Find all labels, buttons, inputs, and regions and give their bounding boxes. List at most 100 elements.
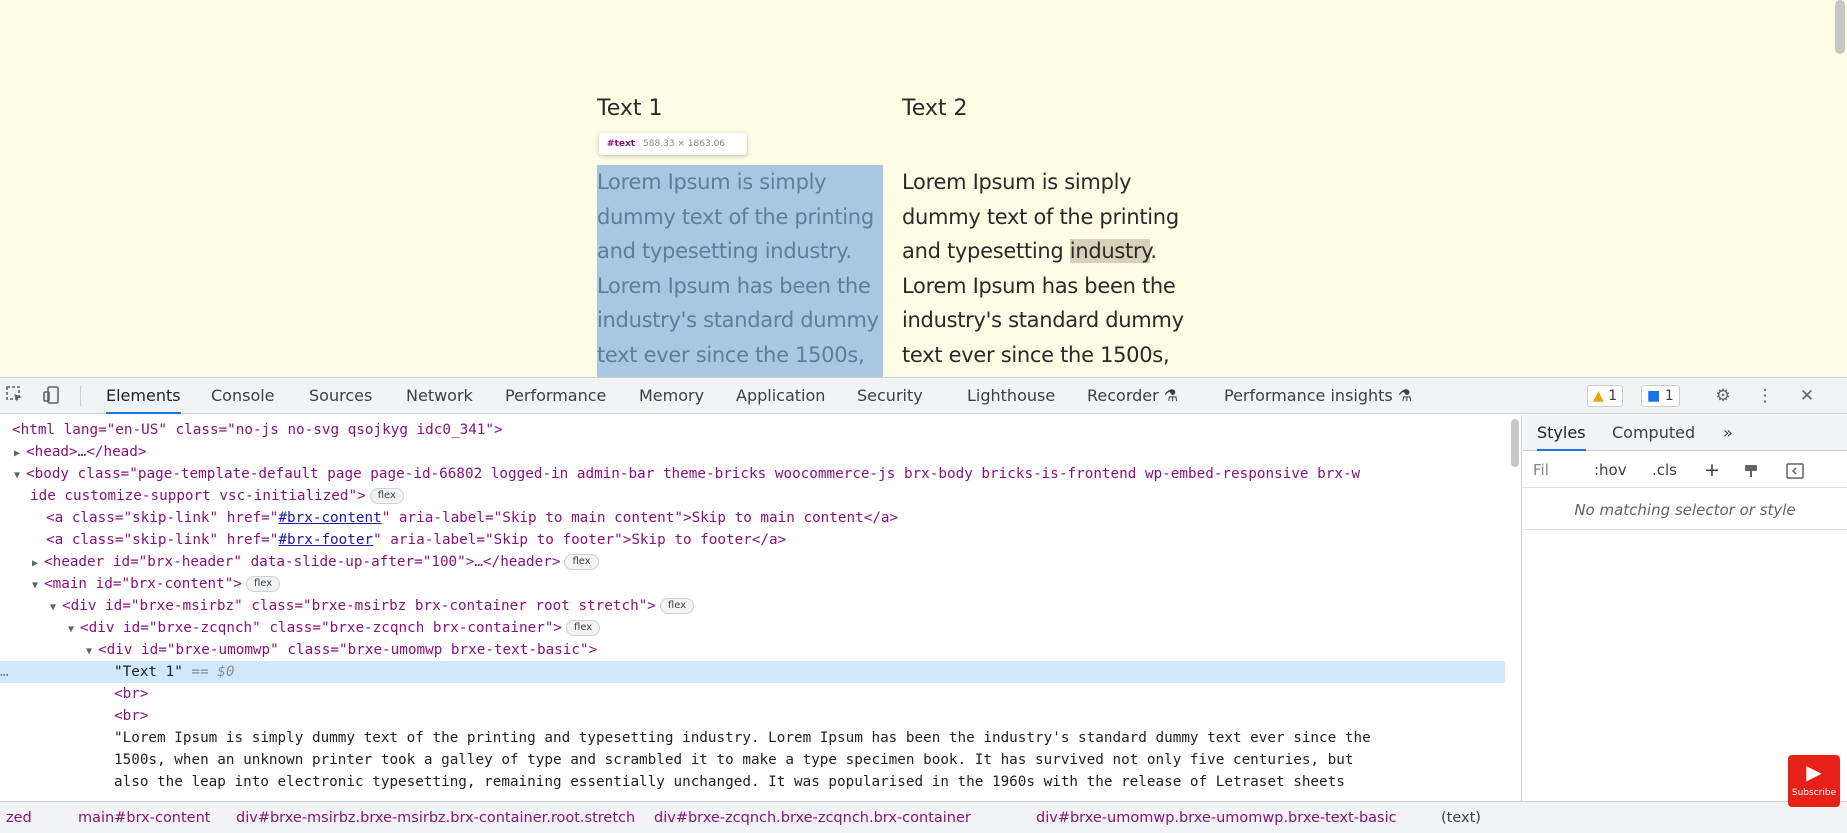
dom-node-text[interactable]: also the leap into electronic typesettin… <box>0 771 1505 793</box>
console-ref: == $0 <box>191 664 235 680</box>
dom-node-div[interactable]: ▼ <div id="brxe-umomwp" class="brxe-umomw… <box>0 639 1505 661</box>
styles-sidebar: Styles Computed » Fil :hov .cls + No mat… <box>1523 415 1847 801</box>
toolbar-divider <box>80 386 81 406</box>
dom-text-content: also the leap into electronic typesettin… <box>114 774 1345 790</box>
dom-tag-text: <div id="brxe-zcqnch" class="brxe-zcqnch… <box>80 620 563 636</box>
dom-link[interactable]: #brx-content <box>278 510 381 526</box>
close-icon[interactable]: ✕ <box>1796 385 1818 407</box>
text-line: dummy text of the printing <box>902 204 1179 229</box>
device-toolbar-icon[interactable] <box>41 385 63 407</box>
breadcrumb-item[interactable]: (text) <box>1441 802 1481 833</box>
elements-scrollbar[interactable] <box>1511 419 1519 467</box>
dom-node-div[interactable]: ▼ <div id="brxe-zcqnch" class="brxe-zcqnc… <box>0 617 1505 639</box>
devtools-tabbar: Elements Console Sources Network Perform… <box>0 378 1847 414</box>
dom-node-html[interactable]: <html lang="en-US" class="no-js no-svg q… <box>0 419 1505 441</box>
breadcrumb-item[interactable]: div#brxe-zcqnch.brxe-zcqnch.brx-containe… <box>654 802 971 833</box>
expand-triangle-icon[interactable]: ▶ <box>32 553 44 573</box>
tab-network[interactable]: Network <box>406 378 473 414</box>
breadcrumb-item[interactable]: zed <box>6 802 32 833</box>
page-viewport: Text 1 Lorem Ipsum is simply dummy text … <box>0 0 1847 377</box>
dom-node-body-cont[interactable]: ide customize-support vsc-initialized"> f… <box>0 485 1505 507</box>
flex-badge[interactable]: flex <box>245 576 281 592</box>
collapse-triangle-icon[interactable]: ▼ <box>50 597 62 617</box>
breadcrumb-item[interactable]: main#brx-content <box>78 802 210 833</box>
flex-badge[interactable]: flex <box>564 554 599 570</box>
tab-console[interactable]: Console <box>211 378 275 414</box>
tab-memory[interactable]: Memory <box>639 378 704 414</box>
kebab-menu-icon[interactable]: ⋮ <box>1754 385 1776 407</box>
text-line: Lorem Ipsum has been the <box>597 273 871 298</box>
toggle-sidebar-icon[interactable] <box>1786 452 1804 488</box>
collapse-triangle-icon[interactable]: ▼ <box>68 619 80 639</box>
page-scrollbar[interactable] <box>1835 0 1845 54</box>
expand-triangle-icon[interactable]: ▶ <box>14 443 26 463</box>
tab-performance[interactable]: Performance <box>505 378 606 414</box>
dom-link[interactable]: #brx-footer <box>278 532 373 548</box>
text-line: industry's standard dummy <box>597 308 879 332</box>
tab-elements[interactable]: Elements <box>106 378 181 414</box>
tab-security[interactable]: Security <box>857 378 923 414</box>
dom-tag-text: <br> <box>114 686 149 702</box>
tab-lighthouse[interactable]: Lighthouse <box>967 378 1055 414</box>
tab-sources[interactable]: Sources <box>309 378 372 414</box>
dom-tag-text: <a class="skip-link" href=" <box>46 510 279 526</box>
collapse-triangle-icon[interactable]: ▼ <box>32 575 44 595</box>
dom-tag-text: <body class="page-template-default page … <box>26 466 1361 482</box>
warnings-badge[interactable]: ▲ 1 <box>1587 385 1624 407</box>
no-matching-style-message: No matching selector or style <box>1523 490 1847 530</box>
play-icon: ▶ <box>1806 760 1822 784</box>
breadcrumb-item[interactable]: div#brxe-umomwp.brxe-umomwp.brxe-text-ba… <box>1036 802 1397 833</box>
subscribe-button[interactable]: ▶ Subscribe <box>1788 755 1840 807</box>
text-line: text ever since the 1500s, <box>902 342 1170 367</box>
messages-count: 1 <box>1664 388 1674 404</box>
dom-node-body[interactable]: ▼ <body class="page-template-default page… <box>0 463 1505 485</box>
dom-tag-text: " aria-label="Skip to main content">Skip… <box>381 510 899 526</box>
dom-node-br[interactable]: <br> <box>0 683 1505 705</box>
inspect-tooltip: #text 588.33 × 1863.06 <box>599 133 747 155</box>
gear-icon[interactable]: ⚙ <box>1712 385 1734 407</box>
add-rule-icon[interactable]: + <box>1704 452 1720 488</box>
dom-tag-text: <html lang="en-US" class="no-js no-svg q… <box>12 422 503 438</box>
dom-node-skip-link[interactable]: <a class="skip-link" href="#brx-footer" … <box>0 529 1505 551</box>
dom-node-div[interactable]: ▼ <div id="brxe-msirbz" class="brxe-msirb… <box>0 595 1505 617</box>
dom-tag-text: <header id="brx-header" data-slide-up-af… <box>44 554 561 570</box>
collapse-triangle-icon[interactable]: ▼ <box>86 641 98 661</box>
tooltip-node-size: 588.33 × 1863.06 <box>643 139 726 149</box>
tab-performance-insights[interactable]: Performance insights ⚗ <box>1224 378 1412 414</box>
dom-node-text[interactable]: "Lorem Ipsum is simply dummy text of the… <box>0 727 1505 749</box>
cls-toggle[interactable]: .cls <box>1652 452 1677 488</box>
highlighted-text-node[interactable]: Lorem Ipsum is simply dummy text of the … <box>597 165 883 377</box>
tab-styles[interactable]: Styles <box>1537 415 1586 451</box>
dom-node-text-selected[interactable]: … "Text 1" == $0 <box>0 661 1505 683</box>
dom-tag-text: <div id="brxe-msirbz" class="brxe-msirbz… <box>62 598 656 614</box>
flex-badge[interactable]: flex <box>659 598 695 614</box>
flask-icon: ⚗ <box>1163 386 1179 405</box>
dom-node-main[interactable]: ▼ <main id="brx-content"> flex <box>0 573 1505 595</box>
dom-text-content: "Lorem Ipsum is simply dummy text of the… <box>114 730 1371 746</box>
collapse-triangle-icon[interactable]: ▼ <box>14 465 26 485</box>
dom-tag-text: " aria-label="Skip to footer">Skip to fo… <box>373 532 787 548</box>
styles-tabbar: Styles Computed » <box>1523 415 1847 451</box>
text-line: and typesetting industry. <box>902 234 1202 269</box>
hov-toggle[interactable]: :hov <box>1594 452 1627 488</box>
dom-node-header[interactable]: ▶ <header id="brx-header" data-slide-up-a… <box>0 551 1505 573</box>
text-line: Lorem Ipsum has been the <box>902 273 1176 298</box>
dom-node-skip-link[interactable]: <a class="skip-link" href="#brx-content"… <box>0 507 1505 529</box>
tab-application[interactable]: Application <box>736 378 825 414</box>
column-heading: Text 1 <box>597 96 663 121</box>
styles-filter-input[interactable]: Fil <box>1533 452 1549 488</box>
breadcrumb-item[interactable]: div#brxe-msirbz.brxe-msirbz.brx-containe… <box>236 802 635 833</box>
flex-badge[interactable]: flex <box>566 620 601 636</box>
dom-node-head[interactable]: ▶ <head>…</head> <box>0 441 1505 463</box>
messages-badge[interactable]: ■ 1 <box>1641 385 1680 407</box>
tab-recorder[interactable]: Recorder ⚗ <box>1087 378 1178 414</box>
text-line: dummy text of the printing <box>597 204 874 229</box>
flex-badge[interactable]: flex <box>369 488 404 504</box>
tab-label: Performance insights <box>1224 386 1393 405</box>
paint-icon[interactable] <box>1743 452 1759 488</box>
more-tabs-icon[interactable]: » <box>1723 415 1733 451</box>
dom-node-text[interactable]: 1500s, when an unknown printer took a ga… <box>0 749 1505 771</box>
inspect-icon[interactable] <box>4 385 26 407</box>
dom-node-br[interactable]: <br> <box>0 705 1505 727</box>
tab-computed[interactable]: Computed <box>1612 415 1695 451</box>
